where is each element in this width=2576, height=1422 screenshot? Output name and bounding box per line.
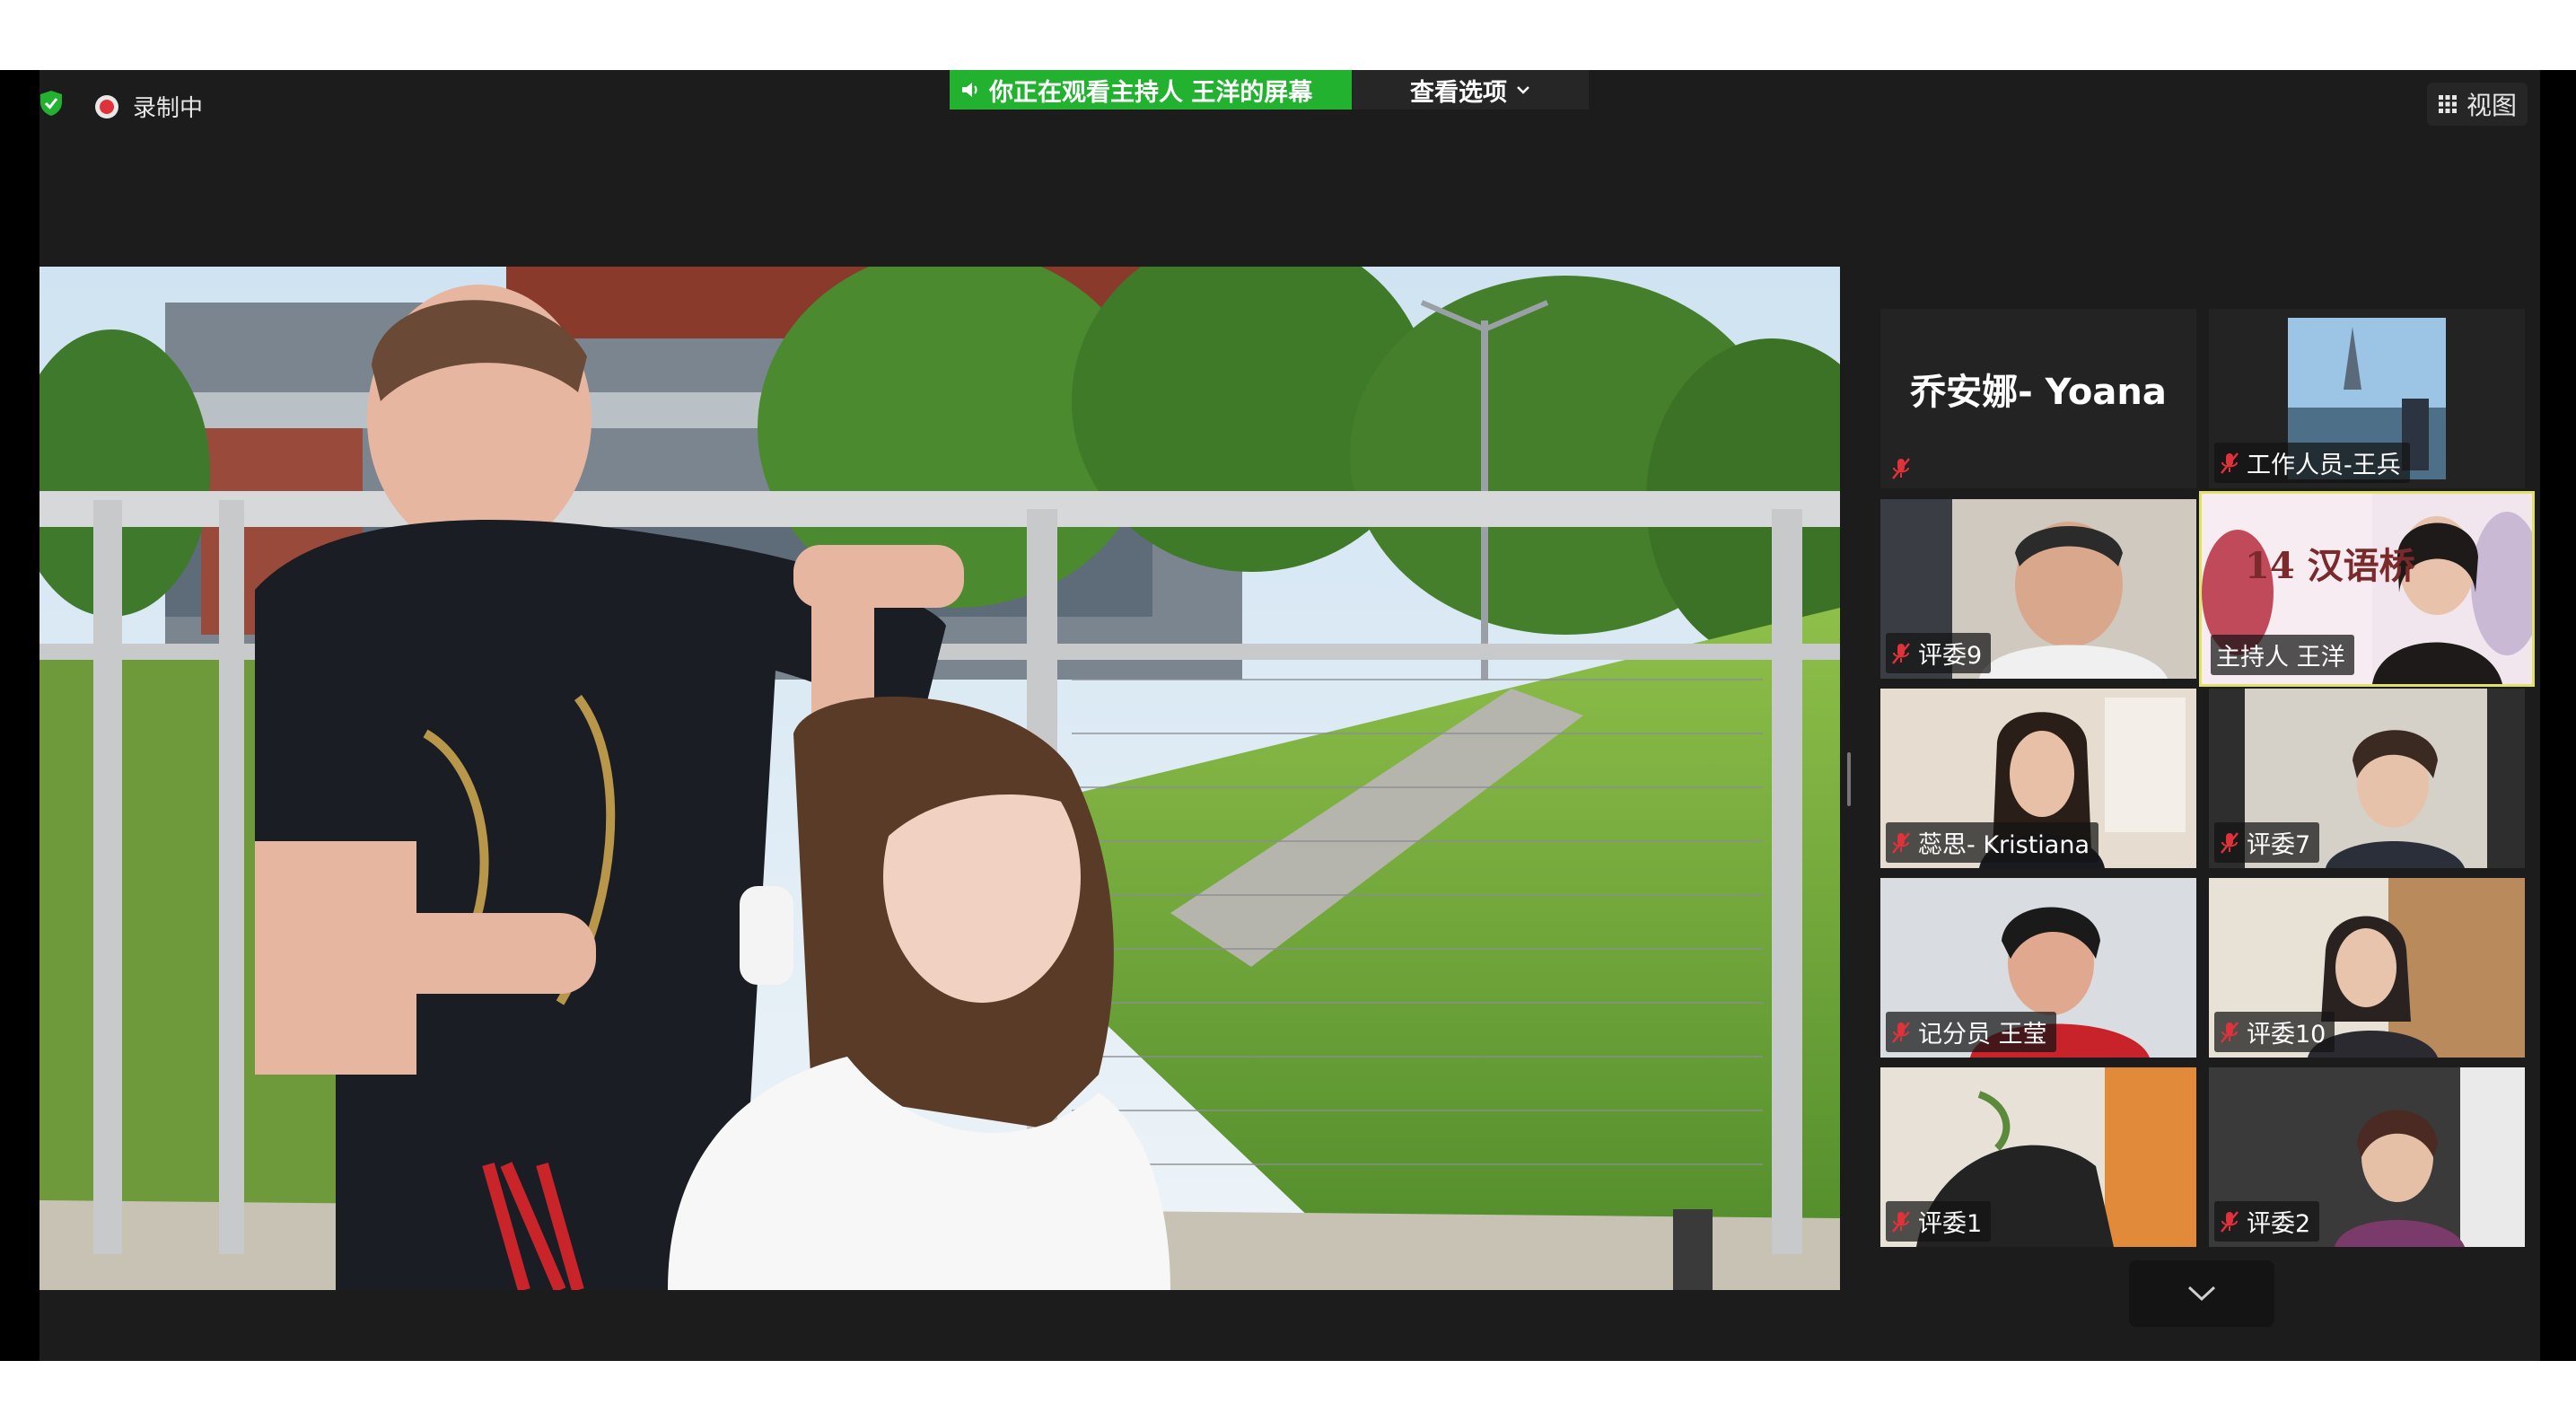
right-black-strip bbox=[2540, 70, 2576, 1361]
mic-muted-icon bbox=[2221, 1210, 2239, 1233]
participant-tile[interactable]: 工作人员-王兵 bbox=[2209, 309, 2525, 488]
mic-muted-icon bbox=[2221, 452, 2239, 474]
mic-muted-icon bbox=[1892, 642, 1910, 664]
participant-name: 工作人员-王兵 bbox=[2247, 452, 2401, 479]
participant-tile[interactable]: 记分员 王莹 bbox=[1880, 878, 2196, 1058]
participant-tile[interactable]: 评委7 bbox=[2209, 689, 2525, 868]
participant-tile[interactable]: 蕊思- Kristiana bbox=[1880, 689, 2196, 868]
view-button-label: 视图 bbox=[2466, 91, 2518, 120]
view-options-label: 查看选项 bbox=[1410, 78, 1507, 107]
shared-screen-video bbox=[39, 267, 1840, 1290]
participant-tile[interactable]: 评委9 bbox=[1880, 499, 2196, 679]
participant-tile-active-speaker[interactable]: 14 汉语桥 主持人 王洋 bbox=[2199, 491, 2535, 687]
panel-resize-handle[interactable] bbox=[1847, 752, 1851, 806]
participant-name: 评委2 bbox=[2247, 1210, 2311, 1238]
grid-icon bbox=[2439, 95, 2457, 113]
share-notice-text: 你正在观看主持人 王洋的屏幕 bbox=[989, 78, 1313, 107]
participant-name-tag: 主持人 王洋 bbox=[2211, 635, 2354, 675]
mic-muted-icon bbox=[1892, 458, 1910, 479]
meeting-window: 录制中 你正在观看主持人 王洋的屏幕 查看选项 视图 乔安娜- Yoana 工作… bbox=[39, 70, 2540, 1361]
event-banner-text: 14 汉语桥 bbox=[2245, 545, 2415, 587]
screen-share-notice: 你正在观看主持人 王洋的屏幕 bbox=[950, 70, 1352, 110]
participant-tile[interactable]: 评委10 bbox=[2209, 878, 2525, 1058]
participant-tile[interactable]: 乔安娜- Yoana bbox=[1880, 309, 2196, 488]
participant-name-tag: 评委7 bbox=[2214, 822, 2320, 863]
shield-icon[interactable] bbox=[39, 90, 63, 117]
participant-name: 蕊思- Kristiana bbox=[1918, 831, 2090, 859]
participant-name: 评委9 bbox=[1918, 642, 1983, 670]
participant-name: 评委7 bbox=[2247, 831, 2311, 859]
participant-name: 主持人 王洋 bbox=[2216, 644, 2345, 672]
participant-name: 记分员 王莹 bbox=[1918, 1021, 2047, 1049]
chevron-down-icon bbox=[1517, 86, 1529, 94]
recording-indicator[interactable]: 录制中 bbox=[95, 90, 203, 123]
mic-muted-icon bbox=[1892, 1021, 1910, 1043]
mic-muted-icon bbox=[1892, 831, 1910, 854]
participant-tile[interactable]: 评委2 bbox=[2209, 1067, 2525, 1247]
chevron-down-icon bbox=[2187, 1286, 2216, 1302]
participant-tile[interactable]: 评委1 bbox=[1880, 1067, 2196, 1247]
participant-name-tag: 蕊思- Kristiana bbox=[1886, 822, 2098, 863]
participant-name: 评委1 bbox=[1918, 1210, 1983, 1238]
mic-muted-icon bbox=[1892, 1210, 1910, 1233]
speaker-icon bbox=[962, 83, 977, 97]
view-options-button[interactable]: 查看选项 bbox=[1352, 70, 1589, 110]
participant-name-tag: 评委10 bbox=[2214, 1012, 2335, 1052]
participant-name-tag: 工作人员-王兵 bbox=[2214, 443, 2410, 483]
recording-label: 录制中 bbox=[133, 95, 204, 122]
participant-name-tag: 评委9 bbox=[1886, 633, 1992, 673]
left-black-strip bbox=[0, 70, 39, 1361]
gallery-scroll-down-button[interactable] bbox=[2129, 1260, 2274, 1327]
participant-display-name: 乔安娜- Yoana bbox=[1910, 372, 2167, 413]
participant-name-tag: 评委2 bbox=[2214, 1201, 2320, 1242]
record-icon bbox=[95, 94, 118, 118]
participant-name-tag: 评委1 bbox=[1886, 1201, 1992, 1242]
participant-name-tag: 记分员 王莹 bbox=[1886, 1012, 2056, 1052]
view-layout-button[interactable]: 视图 bbox=[2427, 83, 2528, 126]
participant-name-tag bbox=[1886, 454, 1920, 483]
participant-name: 评委10 bbox=[2247, 1021, 2326, 1049]
mic-muted-icon bbox=[2221, 831, 2239, 854]
mic-muted-icon bbox=[2221, 1021, 2239, 1043]
